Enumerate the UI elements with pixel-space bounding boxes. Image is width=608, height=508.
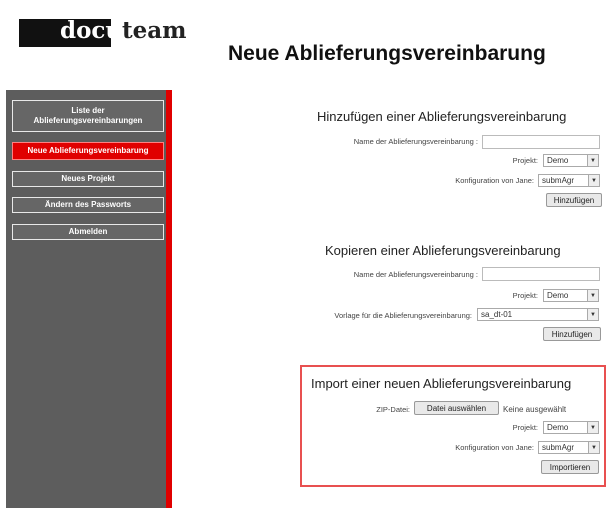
sidebar-item-passwort[interactable]: Ändern des Passworts — [12, 197, 164, 213]
import-project-value: Demo — [547, 423, 569, 432]
copy-project-value: Demo — [547, 291, 569, 300]
copy-name-label: Name der Ablieferungsvereinbarung : — [353, 270, 478, 279]
import-config-select[interactable]: submAgr ▼ — [538, 441, 600, 454]
page-title: Neue Ablieferungsvereinbarung — [228, 42, 546, 65]
chevron-down-icon: ▼ — [587, 155, 598, 166]
import-project-select[interactable]: Demo ▼ — [543, 421, 599, 434]
logo-text-docu: docu — [60, 17, 123, 44]
sidebar-accent-bar — [166, 90, 172, 508]
sidebar-item-neues-projekt[interactable]: Neues Projekt — [12, 171, 164, 187]
import-config-value: submAgr — [542, 443, 575, 452]
import-submit-button[interactable]: Importieren — [541, 460, 599, 474]
copy-section-title: Kopieren einer Ablieferungsvereinbarung — [325, 243, 561, 258]
chevron-down-icon: ▼ — [587, 309, 598, 320]
import-config-label: Konfiguration von Jane: — [455, 443, 534, 452]
chevron-down-icon: ▼ — [587, 290, 598, 301]
chevron-down-icon: ▼ — [588, 175, 599, 186]
copy-template-value: sa_dt-01 — [481, 310, 513, 319]
add-project-label: Projekt: — [512, 156, 538, 165]
file-choose-button[interactable]: Datei auswählen — [414, 401, 499, 415]
add-submit-button[interactable]: Hinzufügen — [546, 193, 602, 207]
file-status-text: Keine ausgewählt — [503, 405, 567, 414]
add-config-value: submAgr — [542, 176, 575, 185]
add-config-select[interactable]: submAgr ▼ — [538, 174, 600, 187]
sidebar-item-label: Abmelden — [68, 227, 108, 236]
sidebar-item-label: Liste der Ablieferungsvereinbarungen — [33, 106, 143, 125]
logo-text-team: team — [122, 17, 187, 44]
add-project-select[interactable]: Demo ▼ — [543, 154, 599, 167]
add-config-label: Konfiguration von Jane: — [455, 176, 534, 185]
import-zip-label: ZIP-Datei: — [376, 405, 410, 414]
sidebar-item-neue-ablieferungsvereinbarung[interactable]: Neue Ablieferungsvereinbarung — [12, 142, 164, 160]
copy-project-label: Projekt: — [512, 291, 538, 300]
add-name-label: Name der Ablieferungsvereinbarung : — [353, 137, 478, 146]
sidebar: Liste der Ablieferungsvereinbarungen Neu… — [6, 90, 166, 508]
sidebar-item-liste[interactable]: Liste der Ablieferungsvereinbarungen — [12, 100, 164, 132]
sidebar-item-label: Neue Ablieferungsvereinbarung — [27, 146, 149, 155]
import-section-title: Import einer neuen Ablieferungsvereinbar… — [311, 376, 572, 391]
import-project-label: Projekt: — [512, 423, 538, 432]
chevron-down-icon: ▼ — [587, 422, 598, 433]
add-name-input[interactable] — [482, 135, 600, 149]
copy-name-input[interactable] — [482, 267, 600, 281]
copy-template-select[interactable]: sa_dt-01 ▼ — [477, 308, 599, 321]
sidebar-item-abmelden[interactable]: Abmelden — [12, 224, 164, 240]
chevron-down-icon: ▼ — [588, 442, 599, 453]
copy-submit-button[interactable]: Hinzufügen — [543, 327, 601, 341]
sidebar-item-label: Ändern des Passworts — [44, 200, 132, 209]
copy-project-select[interactable]: Demo ▼ — [543, 289, 599, 302]
sidebar-item-label: Neues Projekt — [61, 174, 115, 183]
add-project-value: Demo — [547, 156, 569, 165]
add-section-title: Hinzufügen einer Ablieferungsvereinbarun… — [317, 109, 567, 124]
copy-template-label: Vorlage für die Ablieferungsvereinbarung… — [334, 311, 472, 320]
